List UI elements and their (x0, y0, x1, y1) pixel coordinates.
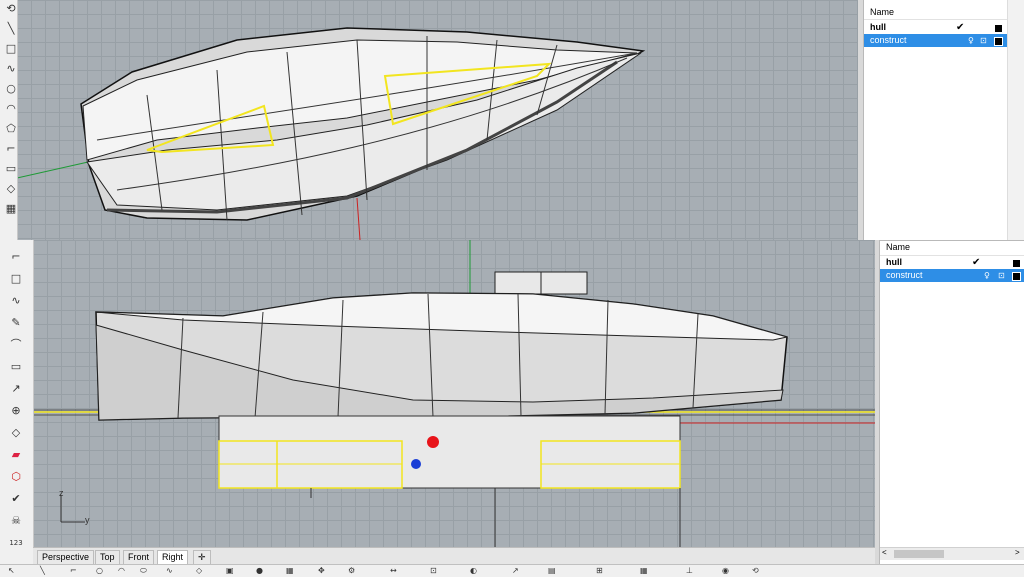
grid-icon[interactable]: ▦ (640, 566, 648, 575)
gumball-icon[interactable]: ⊕ (8, 404, 24, 418)
layer-row-hull[interactable]: hull ✔ (864, 21, 1008, 34)
analyze-icon[interactable]: ↗ (8, 382, 24, 396)
blue-point-marker (411, 459, 421, 469)
layers-panel-top: Name hull ✔ construct ♀ ⊡ (863, 0, 1008, 240)
extrude-icon[interactable]: ▭ (8, 360, 24, 374)
dimension-icon[interactable]: ↔ (390, 566, 397, 575)
check-icon[interactable]: ✔ (8, 492, 24, 506)
surface-icon[interactable]: ◇ (3, 182, 19, 196)
scroll-right-arrow[interactable]: > (1015, 548, 1020, 557)
diamond-icon[interactable]: ◇ (8, 426, 24, 440)
box-icon[interactable]: ▣ (226, 566, 234, 575)
layer-color-swatch[interactable] (1012, 259, 1021, 268)
red-point-marker (427, 436, 439, 448)
select-icon[interactable]: ↖ (8, 566, 15, 575)
layer-row-construct[interactable]: construct ♀ ⊡ (864, 34, 1008, 47)
record-icon[interactable]: ◉ (722, 566, 729, 575)
layers-header: Name (864, 5, 1008, 20)
line-icon[interactable]: ╲ (40, 566, 45, 575)
lock-icon[interactable]: ⊡ (980, 34, 987, 47)
circle-icon[interactable]: ○ (3, 82, 19, 96)
hull-side-drawing (33, 240, 875, 547)
history-icon[interactable]: ⟲ (752, 566, 759, 575)
lightbulb-icon[interactable]: ♀ (968, 34, 974, 47)
skull-icon[interactable]: ☠ (8, 514, 24, 528)
tab-perspective[interactable]: Perspective (37, 550, 95, 564)
add-tab-icon[interactable]: ✛ (193, 550, 211, 564)
lightbulb-icon[interactable]: ♀ (984, 269, 990, 282)
tab-top[interactable]: Top (95, 550, 120, 564)
layer-icon[interactable]: ▤ (548, 566, 556, 575)
curve-icon[interactable]: ∿ (166, 566, 173, 575)
current-layer-check-icon[interactable]: ✔ (956, 21, 964, 34)
mesh-icon[interactable]: ▦ (3, 202, 19, 216)
panel-scrollbar-top[interactable] (1007, 0, 1024, 240)
bottom-toolbar: ↖ ╲ ⌐ ○ ◠ ⬭ ∿ ◇ ▣ ● ▦ ✥ ⚙ ↔ ⊡ ◐ ↗ ▤ ⊞ ▦ … (0, 564, 1024, 577)
right-viewport[interactable]: z y (33, 240, 875, 547)
scroll-left-arrow[interactable]: < (882, 548, 887, 557)
analyze-icon[interactable]: ↗ (512, 566, 519, 575)
layer-row-construct[interactable]: construct ♀ ⊡ (880, 269, 1024, 282)
curve-icon[interactable]: ∿ (8, 294, 24, 308)
pencil-icon[interactable]: ✎ (8, 316, 24, 330)
ellipse-icon[interactable]: ⬭ (140, 566, 147, 576)
tab-front[interactable]: Front (123, 550, 155, 564)
render-icon[interactable]: ▰ (8, 448, 24, 462)
layers-header: Name (880, 241, 1024, 256)
layer-color-swatch[interactable] (994, 24, 1003, 33)
viewport-tabs: Perspective Top Front Right ✛ (33, 547, 875, 565)
layer-row-hull[interactable]: hull ✔ (880, 256, 1024, 269)
numbers-icon[interactable]: 123 (4, 536, 28, 550)
rectangle-icon[interactable]: □ (8, 272, 24, 286)
curve-icon[interactable]: ∿ (3, 62, 19, 76)
rotate-icon[interactable]: ⟲ (3, 2, 19, 16)
panel-horizontal-scrollbar[interactable]: < > (880, 547, 1024, 560)
lock-icon[interactable]: ⊡ (430, 566, 437, 575)
axis-label-z: z (59, 488, 64, 498)
lock-icon[interactable]: ⊡ (998, 269, 1005, 282)
perspective-viewport[interactable] (16, 0, 858, 241)
layer-name: construct (870, 35, 907, 45)
solid-icon[interactable]: ⬡ (8, 470, 24, 484)
render-icon[interactable]: ◐ (470, 566, 477, 575)
extrude-icon[interactable]: ▭ (3, 162, 19, 176)
axis-label-y: y (85, 515, 90, 525)
scroll-thumb[interactable] (894, 550, 944, 558)
snap-icon[interactable]: ⊞ (596, 566, 603, 575)
surface-icon[interactable]: ◇ (196, 566, 202, 575)
arc-icon[interactable]: ◠ (3, 102, 19, 116)
polyline-icon[interactable]: ⌐ (70, 566, 77, 575)
layers-name-column: Name (870, 7, 895, 17)
transform-icon[interactable]: ✥ (318, 566, 325, 575)
sphere-icon[interactable]: ● (256, 566, 263, 575)
left-toolbar-bottom: ⌐ □ ∿ ✎ ⌒ ▭ ↗ ⊕ ◇ ▰ ⬡ ✔ ☠ 123 (0, 240, 34, 564)
circle-icon[interactable]: ○ (96, 566, 103, 575)
rectangle-icon[interactable]: □ (3, 42, 19, 56)
ortho-icon[interactable]: ⊥ (686, 566, 693, 575)
layers-panel-bottom: Name hull ✔ construct ♀ ⊡ < > (879, 240, 1024, 565)
layer-color-swatch[interactable] (994, 37, 1003, 46)
layer-name: hull (886, 257, 902, 267)
mesh-icon[interactable]: ▦ (286, 566, 294, 575)
arc-icon[interactable]: ◠ (118, 566, 125, 575)
layer-name: hull (870, 22, 886, 32)
point-icon[interactable]: ⌐ (8, 250, 24, 264)
fillet-icon[interactable]: ⌒ (8, 338, 24, 352)
layers-name-column: Name (886, 242, 911, 252)
fillet-icon[interactable]: ⌐ (3, 142, 19, 156)
current-layer-check-icon[interactable]: ✔ (972, 256, 980, 269)
line-icon[interactable]: ╲ (3, 22, 19, 36)
gear-icon[interactable]: ⚙ (348, 566, 355, 575)
layer-color-swatch[interactable] (1012, 272, 1021, 281)
left-toolbar-top: ⟲ ╲ □ ∿ ○ ◠ ⬠ ⌐ ▭ ◇ ▦ (0, 0, 18, 240)
tab-right[interactable]: Right (157, 550, 189, 564)
layer-name: construct (886, 270, 923, 280)
hull-perspective-drawing (16, 27, 646, 241)
polygon-icon[interactable]: ⬠ (3, 122, 19, 136)
